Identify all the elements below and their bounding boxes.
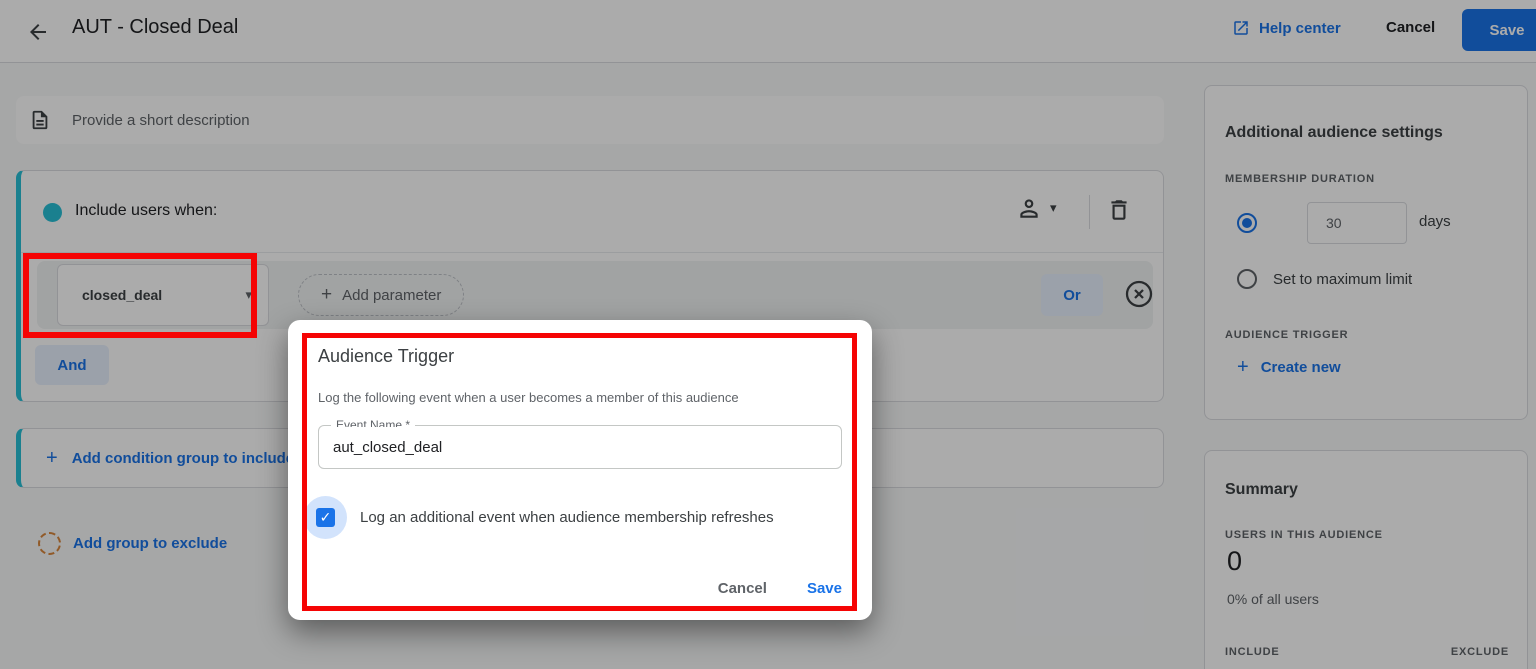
checkbox-halo[interactable]: ✓	[304, 496, 347, 539]
dialog-description: Log the following event when a user beco…	[318, 390, 739, 405]
event-name-input[interactable]	[333, 427, 827, 467]
refresh-event-row: ✓ Log an additional event when audience …	[304, 496, 774, 539]
dialog-title: Audience Trigger	[318, 346, 455, 366]
dialog-cancel-button[interactable]: Cancel	[718, 580, 767, 597]
dialog-save-button[interactable]: Save	[807, 580, 842, 597]
checkbox-label: Log an additional event when audience me…	[360, 509, 774, 526]
event-name-field: Event Name *	[318, 418, 842, 469]
audience-trigger-dialog: Audience Trigger Log the following event…	[288, 320, 872, 620]
checkbox-checked[interactable]: ✓	[316, 508, 335, 527]
